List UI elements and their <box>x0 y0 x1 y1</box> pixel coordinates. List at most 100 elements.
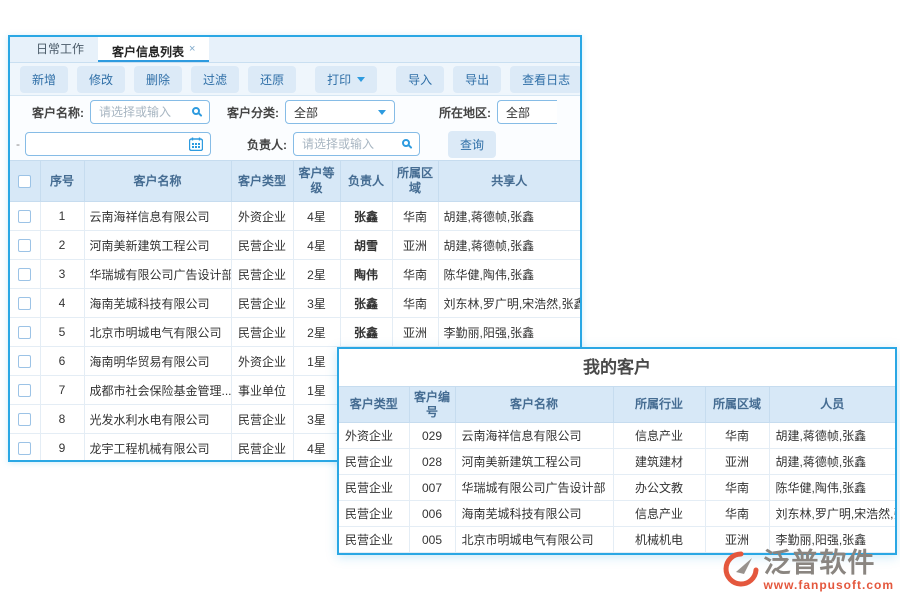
level-cell: 2星 <box>293 260 340 289</box>
customer-name-link[interactable]: 北京市明城电气有限公司 <box>84 318 231 347</box>
search-button[interactable]: 查询 <box>448 131 496 158</box>
close-icon[interactable]: × <box>189 43 195 55</box>
my-customers-panel: 我的客户 客户类型 客户编号 客户名称 所属行业 所属区域 人员 外资企业 02… <box>337 347 897 555</box>
code-link[interactable]: 028 <box>409 449 455 475</box>
region-cell: 亚洲 <box>392 318 438 347</box>
row-checkbox[interactable] <box>18 239 31 252</box>
customer-category-value: 全部 <box>294 104 318 121</box>
row-checkbox[interactable] <box>18 413 31 426</box>
import-button[interactable]: 导入 <box>396 66 444 93</box>
date-input[interactable] <box>26 133 210 155</box>
filter-row-1: 客户名称: 客户分类: 全部 所在地区: 全部 <box>10 96 580 128</box>
customer-name-link[interactable]: 海南芜城科技有限公司 <box>84 289 231 318</box>
col-people: 人员 <box>769 387 895 423</box>
print-button[interactable]: 打印 <box>315 66 377 93</box>
search-icon[interactable] <box>402 139 410 147</box>
owner-link[interactable]: 张鑫 <box>340 318 392 347</box>
owner-input[interactable] <box>294 133 419 155</box>
type-cell: 民营企业 <box>339 501 409 527</box>
industry-cell: 机械机电 <box>613 527 705 553</box>
type-cell: 民营企业 <box>231 260 293 289</box>
type-cell: 民营企业 <box>339 475 409 501</box>
people-cell: 刘东林,罗广明,宋浩然,张鑫 <box>769 501 895 527</box>
customer-name-link[interactable]: 北京市明城电气有限公司 <box>455 527 613 553</box>
sharers-cell: 刘东林,罗广明,宋浩然,张鑫 <box>438 289 580 318</box>
customer-name-link[interactable]: 光发水利水电有限公司 <box>84 405 231 434</box>
people-cell: 陈华健,陶伟,张鑫 <box>769 475 895 501</box>
table-row: 4 海南芜城科技有限公司 民营企业 3星 张鑫 华南 刘东林,罗广明,宋浩然,张… <box>10 289 580 318</box>
customer-name-link[interactable]: 河南美新建筑工程公司 <box>455 449 613 475</box>
industry-cell: 建筑建材 <box>613 449 705 475</box>
row-checkbox[interactable] <box>18 210 31 223</box>
customer-category-select[interactable]: 全部 <box>285 100 395 124</box>
calendar-icon[interactable] <box>189 137 203 154</box>
date-range-separator: - <box>16 137 20 151</box>
select-all-checkbox[interactable] <box>18 175 31 188</box>
region-cell: 华南 <box>705 475 769 501</box>
code-link[interactable]: 005 <box>409 527 455 553</box>
level-cell: 4星 <box>293 202 340 231</box>
customer-name-link[interactable]: 云南海祥信息有限公司 <box>84 202 231 231</box>
col-customer-type: 客户类型 <box>339 387 409 423</box>
level-cell: 1星 <box>293 376 340 405</box>
owner-link[interactable]: 张鑫 <box>340 202 392 231</box>
restore-button[interactable]: 还原 <box>248 66 296 93</box>
row-checkbox[interactable] <box>18 355 31 368</box>
code-link[interactable]: 007 <box>409 475 455 501</box>
col-sharers: 共享人 <box>438 161 580 202</box>
sharers-cell: 李勤丽,阳强,张鑫 <box>438 318 580 347</box>
search-icon[interactable] <box>192 107 200 115</box>
type-cell: 民营企业 <box>231 434 293 463</box>
level-cell: 3星 <box>293 405 340 434</box>
level-cell: 3星 <box>293 289 340 318</box>
tab-customer-list[interactable]: 客户信息列表× <box>98 36 209 62</box>
row-checkbox[interactable] <box>18 384 31 397</box>
region-cell: 华南 <box>705 501 769 527</box>
table-row: 民营企业 006 海南芜城科技有限公司 信息产业 华南 刘东林,罗广明,宋浩然,… <box>339 501 895 527</box>
tab-daily-work[interactable]: 日常工作 <box>22 36 98 62</box>
caret-down-icon <box>357 77 365 82</box>
filter-area: 客户名称: 客户分类: 全部 所在地区: 全部 - <box>10 96 580 160</box>
customer-name-link[interactable]: 华瑞城有限公司广告设计部 <box>84 260 231 289</box>
toolbar: 新增 修改 删除 过滤 还原 打印 导入 导出 查看日志 <box>10 63 580 96</box>
col-customer-name: 客户名称 <box>84 161 231 202</box>
sharers-cell: 胡建,蒋德帧,张鑫 <box>438 202 580 231</box>
add-button[interactable]: 新增 <box>20 66 68 93</box>
region-cell: 华南 <box>392 260 438 289</box>
my-customers-header-row: 客户类型 客户编号 客户名称 所属行业 所属区域 人员 <box>339 387 895 423</box>
owner-link[interactable]: 陶伟 <box>340 260 392 289</box>
customer-name-link[interactable]: 河南美新建筑工程公司 <box>84 231 231 260</box>
customer-name-link[interactable]: 云南海祥信息有限公司 <box>455 423 613 449</box>
owner-link[interactable]: 张鑫 <box>340 289 392 318</box>
type-cell: 事业单位 <box>231 376 293 405</box>
region-select[interactable]: 全部 <box>497 100 557 124</box>
industry-cell: 信息产业 <box>613 501 705 527</box>
customer-name-link[interactable]: 成都市社会保险基金管理... <box>84 376 231 405</box>
row-checkbox[interactable] <box>18 442 31 455</box>
row-checkbox[interactable] <box>18 326 31 339</box>
export-button[interactable]: 导出 <box>453 66 501 93</box>
customer-name-link[interactable]: 华瑞城有限公司广告设计部 <box>455 475 613 501</box>
code-link[interactable]: 006 <box>409 501 455 527</box>
col-owner: 负责人 <box>340 161 392 202</box>
sharers-cell: 陈华健,陶伟,张鑫 <box>438 260 580 289</box>
region-label: 所在地区: <box>439 104 491 121</box>
brand-website: www.fanpusoft.com <box>763 578 894 592</box>
row-checkbox[interactable] <box>18 297 31 310</box>
customer-name-link[interactable]: 海南芜城科技有限公司 <box>455 501 613 527</box>
delete-button[interactable]: 删除 <box>134 66 182 93</box>
view-log-button[interactable]: 查看日志 <box>510 66 582 93</box>
filter-button[interactable]: 过滤 <box>191 66 239 93</box>
owner-link[interactable]: 胡雪 <box>340 231 392 260</box>
col-region: 所属区域 <box>705 387 769 423</box>
col-customer-type: 客户类型 <box>231 161 293 202</box>
brand-name: 泛普软件 <box>763 550 894 577</box>
seq-cell: 4 <box>40 289 84 318</box>
code-link[interactable]: 029 <box>409 423 455 449</box>
customer-name-link[interactable]: 海南明华贸易有限公司 <box>84 347 231 376</box>
type-cell: 民营企业 <box>231 405 293 434</box>
table-row: 民营企业 028 河南美新建筑工程公司 建筑建材 亚洲 胡建,蒋德帧,张鑫 <box>339 449 895 475</box>
row-checkbox[interactable] <box>18 268 31 281</box>
customer-name-link[interactable]: 龙宇工程机械有限公司 <box>84 434 231 463</box>
edit-button[interactable]: 修改 <box>77 66 125 93</box>
